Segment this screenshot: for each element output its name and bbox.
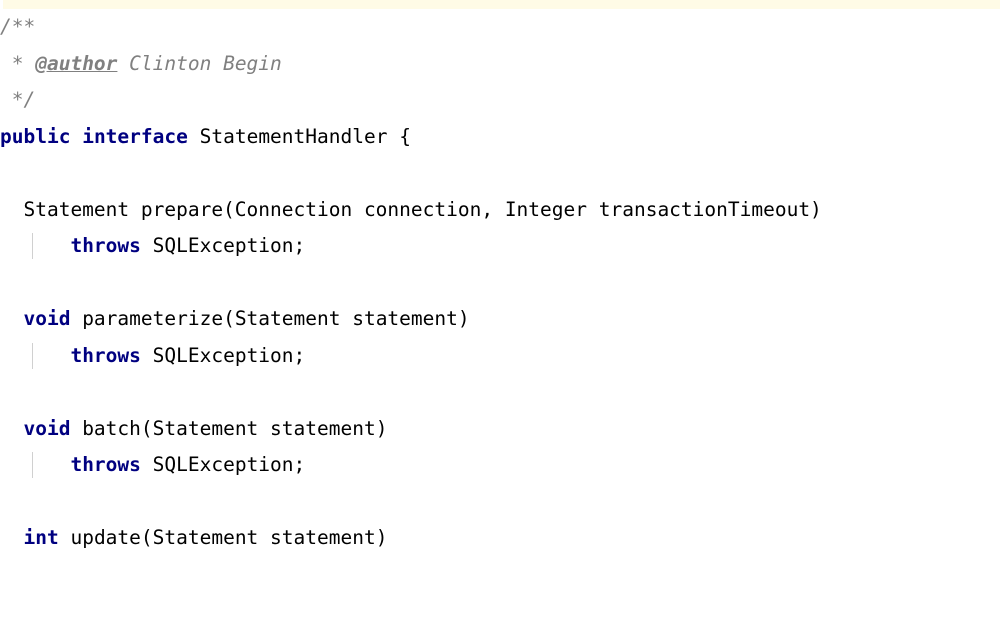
code-text: StatementHandler { [187,124,411,148]
code-keyword: throws [70,343,141,367]
code-line: void parameterize(Statement statement) [0,301,1000,338]
indent-guide [32,342,33,369]
code-keyword: void [23,416,71,440]
code-text: SQLException; [140,453,306,476]
code-line: int update(Statement statement) [0,520,1000,557]
code-line: * @author Clinton Begin [0,46,1000,83]
code-line: */ [0,82,1000,119]
code-comment: /** [0,15,36,38]
code-line: void batch(Statement statement) [0,411,1000,448]
code-text: update(Statement statement) [58,526,388,549]
code-comment: */ [0,88,36,111]
code-keyword: throws [70,234,141,257]
javadoc-author-tag: @author [35,51,118,75]
code-line: Statement prepare(Connection connection,… [0,192,1000,229]
code-line: public interface StatementHandler { [0,119,1000,156]
indent-guide [32,233,33,259]
code-keyword: public [0,124,71,148]
code-comment: * [0,51,36,75]
code-content[interactable]: /** * @author Clinton Begin */ public int… [0,9,1000,557]
code-text: Statement prepare(Connection connection,… [0,197,822,221]
code-keyword: throws [70,453,141,476]
code-keyword: interface [82,124,188,148]
code-line: throws SQLException; [0,338,1000,375]
code-text: SQLException; [140,343,306,367]
code-text: parameterize(Statement statement) [70,307,470,330]
code-editor[interactable]: /** * @author Clinton Begin */ public int… [0,0,1000,632]
code-line: throws SQLException; [0,228,1000,265]
code-line: throws SQLException; [0,447,1000,484]
code-text: batch(Statement statement) [70,416,388,440]
indent-guide [32,452,33,478]
code-keyword: void [23,307,71,330]
code-line: /** [0,9,1000,46]
selected-line-highlight [0,0,1000,9]
code-comment: Clinton Begin [117,51,282,75]
code-text: SQLException; [140,234,306,257]
code-keyword: int [23,526,59,549]
